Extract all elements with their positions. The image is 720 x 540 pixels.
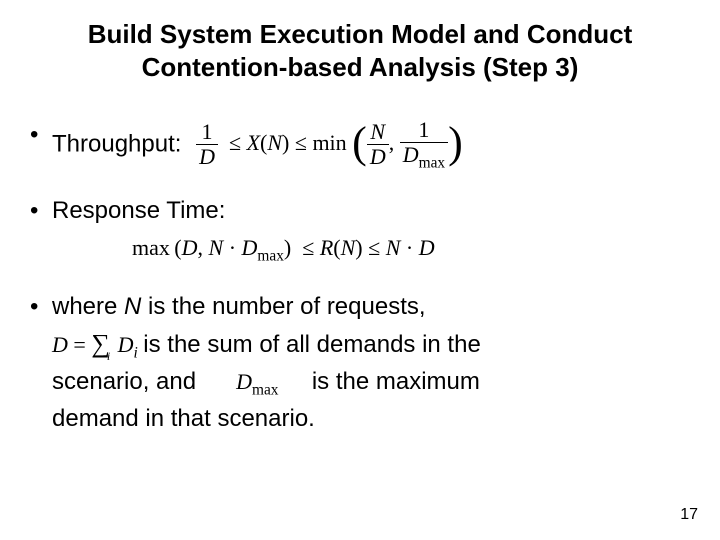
slide-title: Build System Execution Model and Conduct… bbox=[24, 18, 696, 83]
where-text-2: is the number of requests, bbox=[141, 293, 425, 320]
frac-1-over-D: 1 D bbox=[196, 121, 218, 168]
bullet-list: Throughput: 1 D ≤ X(N) ≤ min ( N D , 1 D… bbox=[24, 119, 696, 436]
slide: Build System Execution Model and Conduct… bbox=[0, 0, 720, 540]
def-part2a: scenario, and bbox=[52, 368, 196, 395]
bullet-throughput: Throughput: 1 D ≤ X(N) ≤ min ( N D , 1 D… bbox=[24, 119, 696, 171]
def-part1: is the sum of all demands in the bbox=[143, 331, 481, 358]
where-text-1: where bbox=[52, 293, 124, 320]
definition-Dmax-line: scenario, and Dmax is the maximum bbox=[52, 366, 696, 401]
bullet-definitions: where N is the number of requests, D = ∑… bbox=[24, 291, 696, 435]
frac-1-over-Dmax: 1 Dmax bbox=[400, 119, 448, 171]
page-number: 17 bbox=[680, 506, 698, 524]
throughput-equation: 1 D ≤ X(N) ≤ min ( N D , 1 Dmax ) bbox=[196, 119, 463, 171]
frac-N-over-D: N D bbox=[367, 121, 389, 168]
response-label: Response Time: bbox=[52, 197, 225, 224]
title-line-2: Contention-based Analysis (Step 3) bbox=[142, 52, 579, 82]
D-equals-sum-Di: D = ∑i Di bbox=[52, 332, 143, 357]
def-part3: demand in that scenario. bbox=[52, 405, 315, 432]
title-line-1: Build System Execution Model and Conduct bbox=[88, 19, 633, 49]
throughput-label: Throughput: bbox=[52, 130, 181, 157]
Dmax-symbol: Dmax bbox=[236, 369, 278, 394]
def-part2b: is the maximum bbox=[312, 368, 480, 395]
definition-D: D = ∑i Di is the sum of all demands in t… bbox=[52, 326, 696, 364]
response-equation: max (D, N · Dmax) ≤ R(N) ≤ N · D bbox=[132, 233, 696, 267]
bullet-response-time: Response Time: max (D, N · Dmax) ≤ R(N) … bbox=[24, 195, 696, 268]
N-symbol: N bbox=[124, 293, 141, 320]
definition-last-line: demand in that scenario. bbox=[52, 403, 696, 435]
